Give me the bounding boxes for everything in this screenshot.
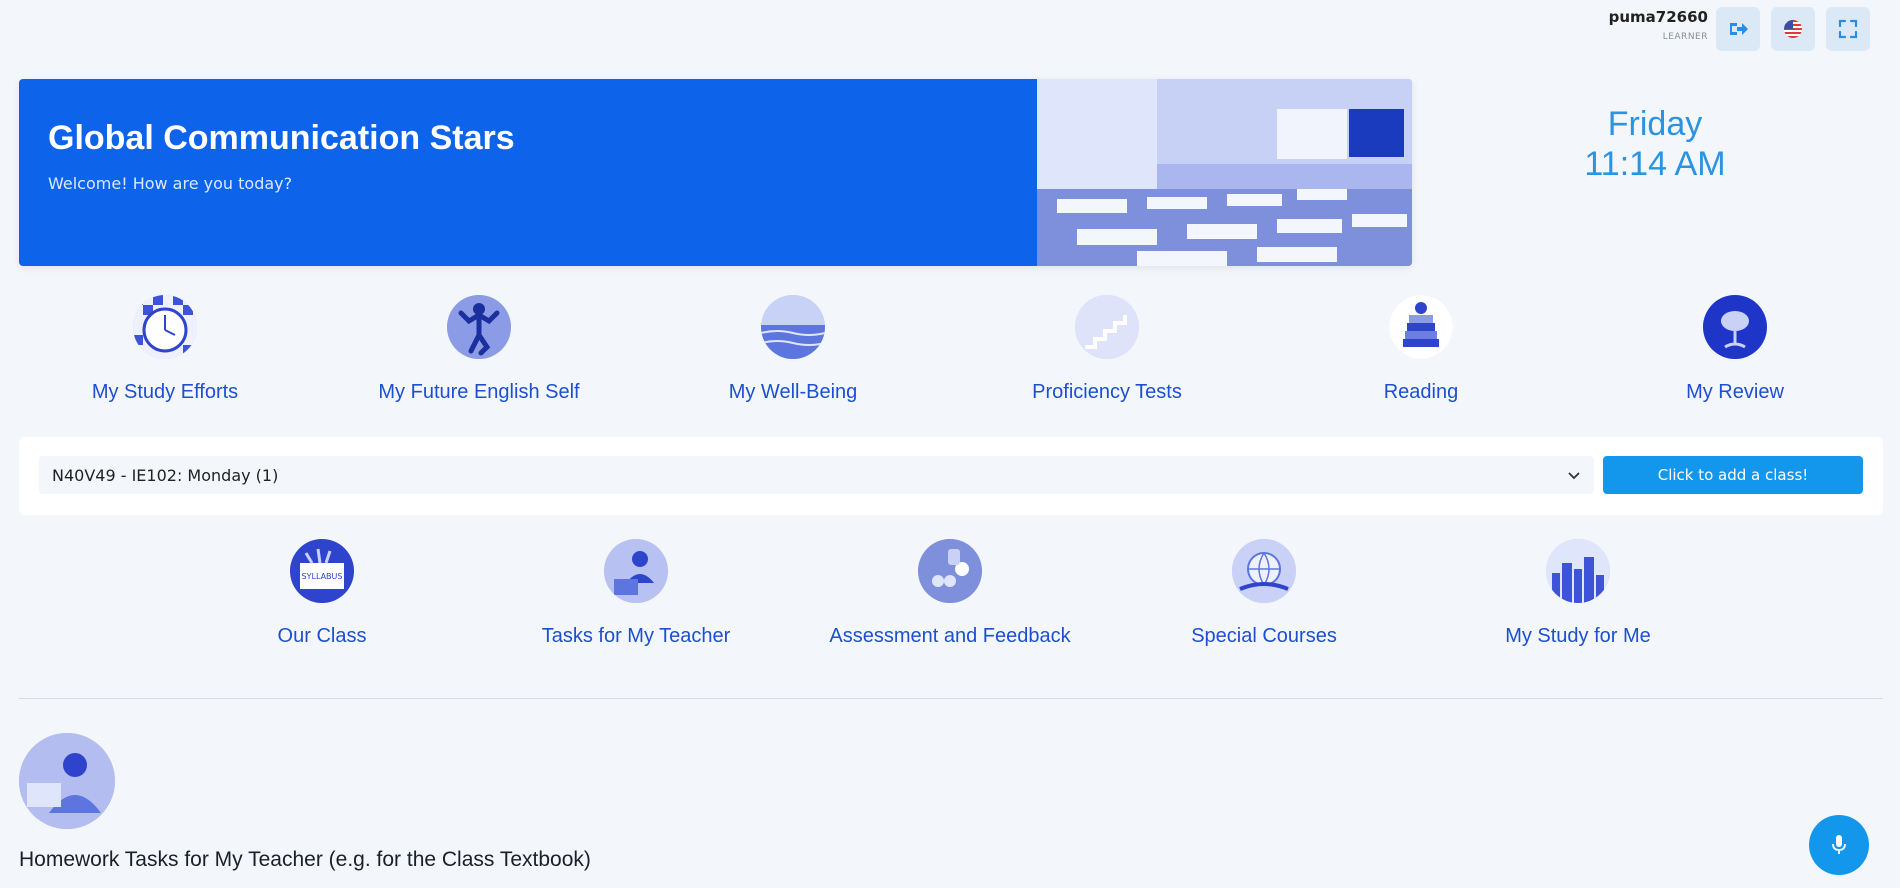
tile-label: My Future English Self	[378, 381, 580, 403]
svg-text:SYLLABUS: SYLLABUS	[302, 572, 343, 581]
logout-icon	[1730, 23, 1748, 35]
language-button[interactable]	[1771, 7, 1815, 51]
tile-label: Proficiency Tests	[1032, 381, 1182, 403]
city-skyline-icon	[1546, 539, 1610, 603]
fullscreen-icon	[1838, 19, 1858, 39]
user-info: puma72660 LEARNER	[1609, 8, 1708, 42]
tile-my-study-for-me[interactable]: My Study for Me	[1478, 539, 1678, 648]
hero-title: Global Communication Stars	[48, 119, 515, 157]
microphone-icon	[1832, 835, 1846, 854]
tile-my-study-efforts[interactable]: My Study Efforts	[85, 295, 245, 404]
classroom-image	[1037, 79, 1412, 266]
section-divider	[19, 698, 1883, 699]
silhouette-icon	[447, 295, 511, 359]
tile-my-future-english-self[interactable]: My Future English Self	[364, 295, 594, 404]
tile-special-courses[interactable]: Special Courses	[1164, 539, 1364, 648]
brain-icon	[1703, 295, 1767, 359]
homework-heading: Homework Tasks for My Teacher (e.g. for …	[19, 848, 591, 871]
student-laptop-icon	[604, 539, 668, 603]
tile-label: My Review	[1686, 381, 1784, 403]
feedback-faces-icon	[918, 539, 982, 603]
tile-our-class[interactable]: SYLLABUS Our Class	[242, 539, 402, 648]
class-select-value: N40V49 - IE102: Monday (1)	[52, 465, 279, 485]
syllabus-icon: SYLLABUS	[290, 539, 354, 603]
stopwatch-icon	[133, 295, 197, 359]
chevron-down-icon	[1568, 472, 1580, 480]
class-selector-card: N40V49 - IE102: Monday (1) Click to add …	[19, 437, 1883, 515]
tile-my-well-being[interactable]: My Well-Being	[713, 295, 873, 404]
tile-label: My Study for Me	[1505, 625, 1651, 647]
add-class-button[interactable]: Click to add a class!	[1603, 456, 1863, 494]
hero-text-panel: Global Communication Stars Welcome! How …	[19, 79, 1037, 266]
teacher-tasks-avatar[interactable]	[19, 733, 115, 829]
us-flag-icon	[1784, 20, 1802, 38]
tile-label: Our Class	[277, 625, 367, 647]
hero-banner: Global Communication Stars Welcome! How …	[19, 79, 1412, 266]
tile-label: Tasks for My Teacher	[541, 625, 731, 647]
tile-tasks-for-my-teacher[interactable]: Tasks for My Teacher	[526, 539, 746, 648]
logout-button[interactable]	[1716, 7, 1760, 51]
globe-icon	[1232, 539, 1296, 603]
user-role: LEARNER	[1662, 32, 1708, 42]
tile-label: Assessment and Feedback	[829, 625, 1071, 647]
fullscreen-button[interactable]	[1826, 7, 1870, 51]
voice-assistant-button[interactable]	[1809, 815, 1869, 875]
tile-label: Reading	[1383, 381, 1459, 403]
tile-my-review[interactable]: My Review	[1655, 295, 1815, 404]
username: puma72660	[1608, 8, 1708, 26]
stairs-icon	[1075, 295, 1139, 359]
ocean-icon	[761, 295, 825, 359]
date-time-display: Friday 11:14 AM	[1560, 104, 1750, 184]
tile-label: My Study Efforts	[91, 381, 239, 403]
hero-subtitle: Welcome! How are you today?	[48, 174, 293, 193]
books-icon	[1389, 295, 1453, 359]
tile-assessment-and-feedback[interactable]: Assessment and Feedback	[815, 539, 1085, 648]
tile-reading[interactable]: Reading	[1341, 295, 1501, 404]
class-select[interactable]: N40V49 - IE102: Monday (1)	[39, 456, 1594, 494]
time-label: 11:14 AM	[1584, 145, 1726, 183]
tile-label: Special Courses	[1191, 625, 1337, 647]
tile-proficiency-tests[interactable]: Proficiency Tests	[1007, 295, 1207, 404]
day-label: Friday	[1607, 105, 1703, 143]
tile-label: My Well-Being	[728, 381, 858, 403]
